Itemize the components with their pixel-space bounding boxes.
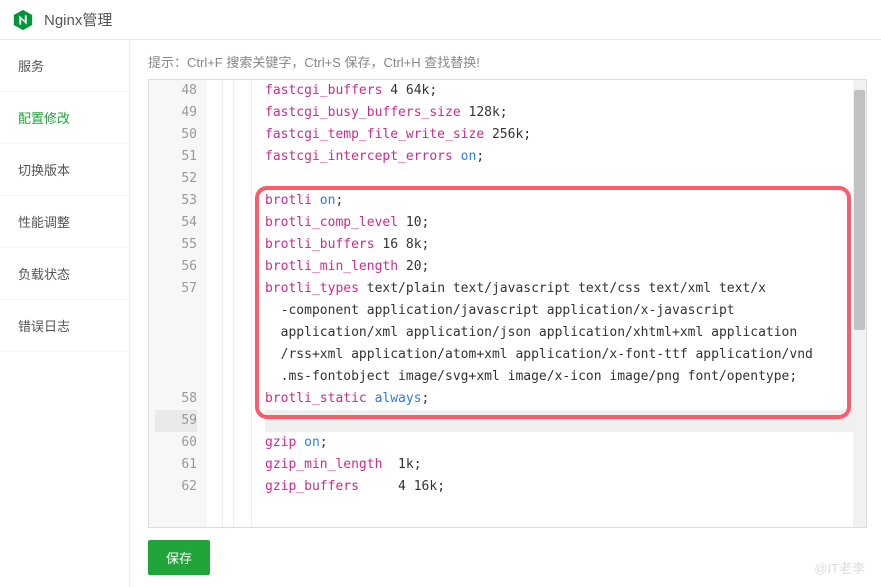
line-number: 60 — [155, 432, 197, 454]
line-number — [155, 344, 197, 366]
code-editor[interactable]: 48495051525354555657 5859606162 fastcgi_b… — [148, 79, 867, 528]
line-number: 62 — [155, 476, 197, 498]
sidebar-item-label: 配置修改 — [18, 111, 70, 126]
sidebar-item-label: 错误日志 — [18, 319, 70, 334]
sidebar-item-label: 性能调整 — [18, 215, 70, 230]
code-line[interactable]: .ms-fontobject image/svg+xml image/x-ico… — [265, 366, 866, 388]
code-content[interactable]: fastcgi_buffers 4 64k;fastcgi_busy_buffe… — [263, 80, 866, 527]
code-line[interactable]: gzip on; — [265, 432, 866, 454]
line-number: 55 — [155, 234, 197, 256]
code-line[interactable]: application/xml application/json applica… — [265, 322, 866, 344]
line-number — [155, 300, 197, 322]
line-number: 57 — [155, 278, 197, 300]
code-line[interactable]: brotli_min_length 20; — [265, 256, 866, 278]
line-number — [155, 366, 197, 388]
code-line[interactable]: fastcgi_intercept_errors on; — [265, 146, 866, 168]
line-number: 56 — [155, 256, 197, 278]
sidebar-item-load-status[interactable]: 负载状态 — [0, 248, 129, 300]
code-line[interactable]: fastcgi_buffers 4 64k; — [265, 80, 866, 102]
header: Nginx管理 — [0, 0, 881, 40]
page-title: Nginx管理 — [44, 9, 112, 30]
line-number: 61 — [155, 454, 197, 476]
fold-column — [207, 80, 223, 527]
code-line[interactable]: gzip_min_length 1k; — [265, 454, 866, 476]
code-line[interactable] — [265, 168, 866, 190]
nginx-logo-icon — [12, 9, 34, 31]
indent-guides — [223, 80, 263, 527]
code-line[interactable]: brotli on; — [265, 190, 866, 212]
sidebar-item-performance[interactable]: 性能调整 — [0, 196, 129, 248]
sidebar: 服务 配置修改 切换版本 性能调整 负载状态 错误日志 — [0, 40, 130, 587]
line-number — [155, 322, 197, 344]
line-number: 48 — [155, 80, 197, 102]
line-number: 58 — [155, 388, 197, 410]
sidebar-item-switch-version[interactable]: 切换版本 — [0, 144, 129, 196]
code-line[interactable]: /rss+xml application/atom+xml applicatio… — [265, 344, 866, 366]
code-line[interactable]: brotli_static always; — [265, 388, 866, 410]
sidebar-item-config[interactable]: 配置修改 — [0, 92, 129, 144]
sidebar-item-service[interactable]: 服务 — [0, 40, 129, 92]
line-number: 54 — [155, 212, 197, 234]
watermark: @IT老李 — [814, 558, 865, 577]
line-number: 50 — [155, 124, 197, 146]
code-line[interactable]: -component application/javascript applic… — [265, 300, 866, 322]
save-button[interactable]: 保存 — [148, 540, 210, 575]
scrollbar-thumb[interactable] — [854, 90, 865, 330]
tip-text: 提示：Ctrl+F 搜索关键字，Ctrl+S 保存，Ctrl+H 查找替换! — [148, 52, 867, 71]
line-number-gutter: 48495051525354555657 5859606162 — [149, 80, 207, 527]
line-number: 51 — [155, 146, 197, 168]
editor-vertical-scrollbar[interactable] — [853, 80, 866, 527]
sidebar-item-label: 负载状态 — [18, 267, 70, 282]
line-number: 53 — [155, 190, 197, 212]
code-line[interactable]: fastcgi_busy_buffers_size 128k; — [265, 102, 866, 124]
code-line[interactable]: brotli_buffers 16 8k; — [265, 234, 866, 256]
code-line[interactable] — [265, 410, 866, 432]
line-number: 52 — [155, 168, 197, 190]
sidebar-item-label: 服务 — [18, 59, 44, 74]
line-number: 59 — [155, 410, 197, 432]
sidebar-item-error-log[interactable]: 错误日志 — [0, 300, 129, 352]
code-line[interactable]: brotli_comp_level 10; — [265, 212, 866, 234]
line-number: 49 — [155, 102, 197, 124]
sidebar-item-label: 切换版本 — [18, 163, 70, 178]
code-line[interactable]: gzip_buffers 4 16k; — [265, 476, 866, 498]
code-line[interactable]: brotli_types text/plain text/javascript … — [265, 278, 866, 300]
code-line[interactable]: fastcgi_temp_file_write_size 256k; — [265, 124, 866, 146]
main-panel: 提示：Ctrl+F 搜索关键字，Ctrl+S 保存，Ctrl+H 查找替换! 4… — [130, 40, 881, 587]
